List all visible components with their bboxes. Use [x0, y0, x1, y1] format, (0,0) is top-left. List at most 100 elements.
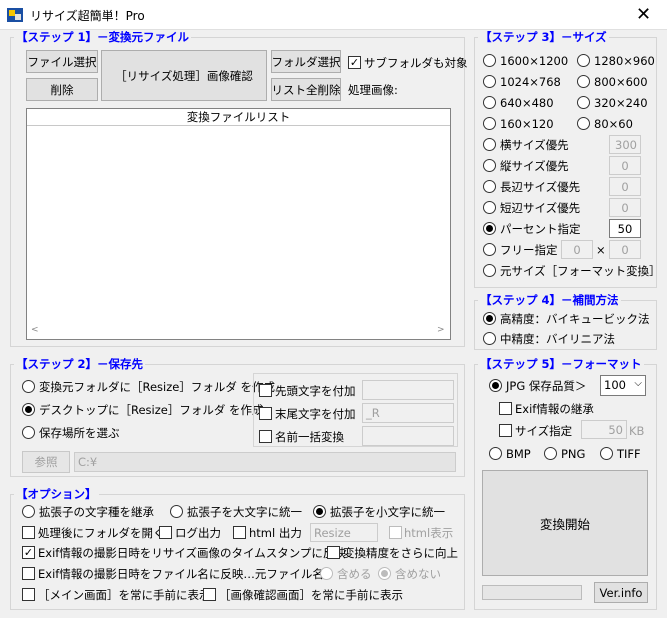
- long-priority-radio[interactable]: [483, 180, 496, 193]
- percent-label: パーセント指定: [500, 222, 581, 236]
- height-priority-radio[interactable]: [483, 159, 496, 172]
- suffix-checkbox[interactable]: [259, 407, 272, 420]
- save-choose-label: 保存場所を選ぶ: [39, 426, 120, 440]
- size-640-radio[interactable]: [483, 96, 496, 109]
- main-front-checkbox[interactable]: [22, 588, 35, 601]
- file-list-header[interactable]: 変換ファイルリスト: [27, 109, 450, 126]
- log-output-checkbox[interactable]: [159, 526, 172, 539]
- percent-radio[interactable]: [483, 222, 496, 235]
- original-size-radio[interactable]: [483, 264, 496, 277]
- browse-button[interactable]: 参照: [22, 451, 70, 473]
- interp-medium-radio[interactable]: [483, 332, 496, 345]
- exif-keep-checkbox[interactable]: [499, 402, 512, 415]
- log-output-label: ログ出力: [175, 526, 221, 540]
- save-desktop-label: デスクトップに［Resize］フォルダ を作成: [39, 403, 264, 417]
- jpg-radio[interactable]: [489, 379, 502, 392]
- html-display-checkbox[interactable]: [389, 526, 402, 539]
- exif-filename-checkbox[interactable]: [22, 567, 35, 580]
- preview-front-checkbox[interactable]: [203, 588, 216, 601]
- short-priority-input[interactable]: 0: [609, 198, 641, 217]
- clear-list-button[interactable]: リスト全削除: [271, 78, 341, 101]
- file-list[interactable]: 変換ファイルリスト < >: [26, 108, 451, 340]
- prefix-checkbox[interactable]: [259, 384, 272, 397]
- size-1280-radio[interactable]: [577, 54, 590, 67]
- width-priority-input[interactable]: 300: [609, 135, 641, 154]
- size-320-radio[interactable]: [577, 96, 590, 109]
- include-radio[interactable]: [320, 567, 333, 580]
- free-height-input[interactable]: 0: [609, 240, 641, 259]
- quality-value: 100: [604, 378, 626, 392]
- chevron-down-icon[interactable]: ⌵: [634, 378, 642, 389]
- suffix-label: 末尾文字を付加: [275, 407, 356, 421]
- quality-select[interactable]: 100 ⌵: [600, 375, 646, 396]
- close-icon[interactable]: ✕: [620, 0, 667, 30]
- size-80-radio[interactable]: [577, 117, 590, 130]
- folder-select-button[interactable]: フォルダ選択: [271, 50, 341, 73]
- size-160-radio[interactable]: [483, 117, 496, 130]
- file-select-button[interactable]: ファイル選択: [26, 50, 98, 73]
- free-radio[interactable]: [483, 243, 496, 256]
- preview-front-label: ［画像確認画面］を常に手前に表示: [219, 588, 403, 602]
- size-1600-label: 1600×1200: [500, 54, 569, 68]
- size-640-label: 640×480: [500, 96, 554, 110]
- save-source-radio[interactable]: [22, 380, 35, 393]
- bmp-radio[interactable]: [489, 447, 502, 460]
- subfolder-checkbox[interactable]: ✓: [348, 56, 361, 69]
- prefix-input[interactable]: [362, 380, 454, 400]
- title-bar: リサイズ超簡単！Pro ✕: [0, 0, 667, 30]
- delete-button[interactable]: 削除: [26, 78, 98, 101]
- save-path-field[interactable]: C:¥: [74, 452, 456, 472]
- include-label: 含める: [337, 567, 372, 581]
- scroll-left-icon[interactable]: <: [31, 325, 39, 335]
- tiff-radio[interactable]: [600, 447, 613, 460]
- processing-image-label: 処理画像:: [348, 83, 398, 97]
- rename-checkbox[interactable]: [259, 430, 272, 443]
- size-spec-checkbox[interactable]: [499, 424, 512, 437]
- size-1024-label: 1024×768: [500, 75, 561, 89]
- long-priority-input[interactable]: 0: [609, 177, 641, 196]
- save-choose-radio[interactable]: [22, 426, 35, 439]
- size-1024-radio[interactable]: [483, 75, 496, 88]
- save-desktop-radio[interactable]: [22, 403, 35, 416]
- width-priority-radio[interactable]: [483, 138, 496, 151]
- html-name-input[interactable]: Resize: [310, 523, 378, 542]
- main-front-label: ［メイン画面］を常に手前に表示: [38, 588, 211, 602]
- options-label: 【オプション】: [14, 487, 99, 501]
- ext-upper-radio[interactable]: [170, 505, 183, 518]
- free-label: フリー指定: [500, 243, 558, 257]
- scroll-right-icon[interactable]: >: [437, 325, 445, 335]
- short-priority-radio[interactable]: [483, 201, 496, 214]
- size-1600-radio[interactable]: [483, 54, 496, 67]
- interp-high-radio[interactable]: [483, 312, 496, 325]
- exif-timestamp-checkbox[interactable]: ✓: [22, 546, 35, 559]
- open-folder-checkbox[interactable]: [22, 526, 35, 539]
- suffix-input[interactable]: _R: [362, 403, 454, 423]
- process-confirm-button[interactable]: ［リサイズ処理］画像確認: [101, 50, 267, 101]
- png-label: PNG: [561, 447, 586, 461]
- exif-keep-label: Exif情報の継承: [515, 402, 594, 416]
- start-conversion-button[interactable]: 変換開始: [482, 470, 648, 576]
- long-priority-label: 長辺サイズ優先: [500, 180, 581, 194]
- size-800-label: 800×600: [594, 75, 648, 89]
- open-folder-label: 処理後にフォルダを開く: [38, 526, 165, 540]
- size-800-radio[interactable]: [577, 75, 590, 88]
- width-priority-label: 横サイズ優先: [500, 138, 569, 152]
- ext-lower-label: 拡張子を小文字に統一: [330, 505, 445, 519]
- subfolder-label: サブフォルダも対象: [364, 56, 468, 70]
- short-priority-label: 短辺サイズ優先: [500, 201, 581, 215]
- bmp-label: BMP: [506, 447, 531, 461]
- version-info-button[interactable]: Ver.info: [594, 582, 648, 603]
- height-priority-input[interactable]: 0: [609, 156, 641, 175]
- html-output-checkbox[interactable]: [233, 526, 246, 539]
- ext-lower-radio[interactable]: [313, 505, 326, 518]
- exclude-radio[interactable]: [378, 567, 391, 580]
- rename-input[interactable]: [362, 426, 454, 446]
- free-width-input[interactable]: 0: [561, 240, 593, 259]
- html-display-label: html表示: [404, 526, 454, 540]
- improve-precision-checkbox[interactable]: [327, 546, 340, 559]
- size-spec-input[interactable]: 50: [581, 420, 627, 439]
- html-output-label: html 出力: [249, 526, 302, 540]
- png-radio[interactable]: [544, 447, 557, 460]
- percent-input[interactable]: 50: [609, 219, 641, 238]
- ext-keep-radio[interactable]: [22, 505, 35, 518]
